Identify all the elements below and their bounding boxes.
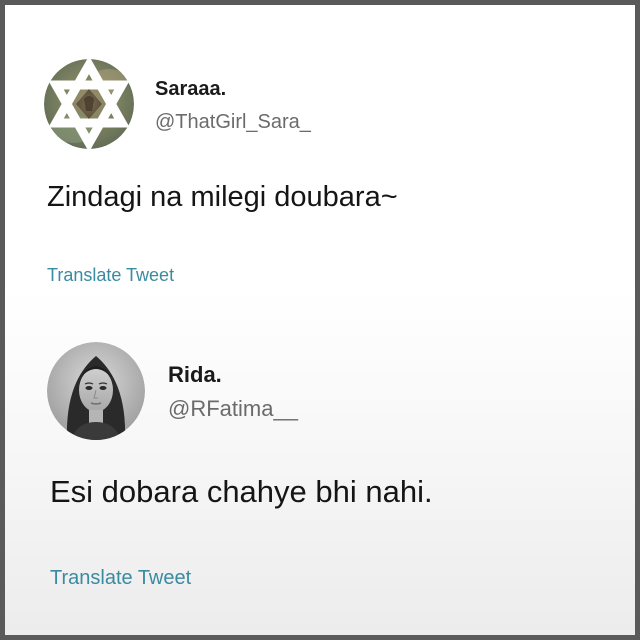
screenshot-frame: Saraaa. @ThatGirl_Sara_ Zindagi na mileg… (0, 0, 640, 640)
star-of-david-icon (44, 59, 134, 149)
user-handle[interactable]: @ThatGirl_Sara_ (155, 111, 311, 134)
avatar[interactable] (44, 59, 134, 149)
tweet-text: Zindagi na milegi doubara~ (47, 181, 398, 213)
tweet-text: Esi dobara chahye bhi nahi. (50, 474, 433, 509)
display-name[interactable]: Rida. (168, 362, 222, 388)
portrait-photo (47, 342, 145, 440)
user-handle[interactable]: @RFatima__ (168, 396, 298, 422)
translate-tweet-link[interactable]: Translate Tweet (50, 567, 191, 590)
avatar[interactable] (47, 342, 145, 440)
translate-tweet-link[interactable]: Translate Tweet (47, 265, 174, 286)
display-name[interactable]: Saraaa. (155, 78, 226, 101)
